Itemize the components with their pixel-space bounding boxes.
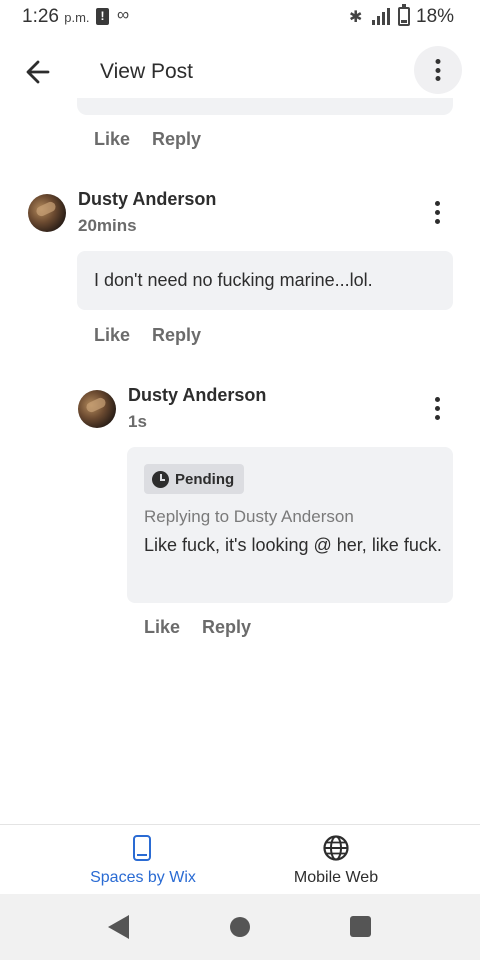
pending-label: Pending xyxy=(175,470,235,488)
system-navigation-bar xyxy=(0,894,480,960)
reply-bubble: Pending Replying to Dusty Anderson Like … xyxy=(127,447,453,603)
battery-icon xyxy=(398,4,410,26)
status-ampm: p.m. xyxy=(64,10,90,25)
status-bar: 1:26 p.m. ! ∞ ✱ 18% xyxy=(0,0,480,36)
clock-icon xyxy=(152,470,169,488)
phone-icon xyxy=(133,835,151,861)
comment-bubble: I don't need no fucking marine...lol. xyxy=(77,251,453,310)
reply-timestamp: 1s xyxy=(128,412,147,431)
replying-to-label[interactable]: Replying to Dusty Anderson xyxy=(144,507,354,527)
previous-comment-bubble xyxy=(77,98,453,115)
back-button[interactable] xyxy=(20,54,56,90)
status-time-value: 1:26 xyxy=(22,6,59,27)
reply-actions: Like Reply xyxy=(144,617,251,638)
reply-button[interactable]: Reply xyxy=(202,617,251,638)
more-vertical-icon xyxy=(435,59,441,81)
alert-icon: ! xyxy=(96,8,109,25)
like-button[interactable]: Like xyxy=(94,129,130,150)
avatar[interactable] xyxy=(78,390,116,428)
bottom-navigation: Spaces by Wix Mobile Web xyxy=(0,824,480,894)
avatar[interactable] xyxy=(28,194,66,232)
arrow-left-icon xyxy=(26,60,50,84)
comment-text: I don't need no fucking marine...lol. xyxy=(94,270,373,290)
signal-icon xyxy=(372,8,390,25)
voicemail-icon: ∞ xyxy=(117,5,130,24)
globe-icon xyxy=(323,835,349,861)
reply-text: Like fuck, it's looking @ her, like fuck… xyxy=(144,535,442,555)
more-vertical-icon xyxy=(427,397,447,420)
more-vertical-icon xyxy=(427,201,447,224)
more-options-button[interactable] xyxy=(414,46,462,94)
page-title: View Post xyxy=(100,60,193,83)
nav-item-mobile-web[interactable]: Mobile Web xyxy=(236,835,436,887)
previous-comment-actions: Like Reply xyxy=(94,129,201,150)
reply-author[interactable]: Dusty Anderson xyxy=(128,385,266,406)
nav-label-mobile-web: Mobile Web xyxy=(293,869,379,886)
battery-percentage: 18% xyxy=(416,6,455,27)
bluetooth-icon: ✱ xyxy=(349,9,363,26)
like-button[interactable]: Like xyxy=(94,325,130,346)
system-recents-icon[interactable] xyxy=(350,916,371,937)
reply-button[interactable]: Reply xyxy=(152,325,201,346)
comment-timestamp: 20mins xyxy=(78,216,137,235)
pending-badge: Pending xyxy=(144,464,245,494)
reply-options-button[interactable] xyxy=(427,397,447,425)
like-button[interactable]: Like xyxy=(144,617,180,638)
nav-item-spaces-by-wix[interactable]: Spaces by Wix xyxy=(43,835,243,887)
reply-button[interactable]: Reply xyxy=(152,129,201,150)
status-time: 1:26 p.m. xyxy=(22,6,90,28)
comment-actions: Like Reply xyxy=(94,325,201,346)
system-back-icon[interactable] xyxy=(108,915,129,939)
system-home-icon[interactable] xyxy=(230,917,250,937)
comment-options-button[interactable] xyxy=(427,201,447,229)
nav-label-spaces-by-wix: Spaces by Wix xyxy=(90,869,196,886)
comment-author[interactable]: Dusty Anderson xyxy=(78,189,216,210)
